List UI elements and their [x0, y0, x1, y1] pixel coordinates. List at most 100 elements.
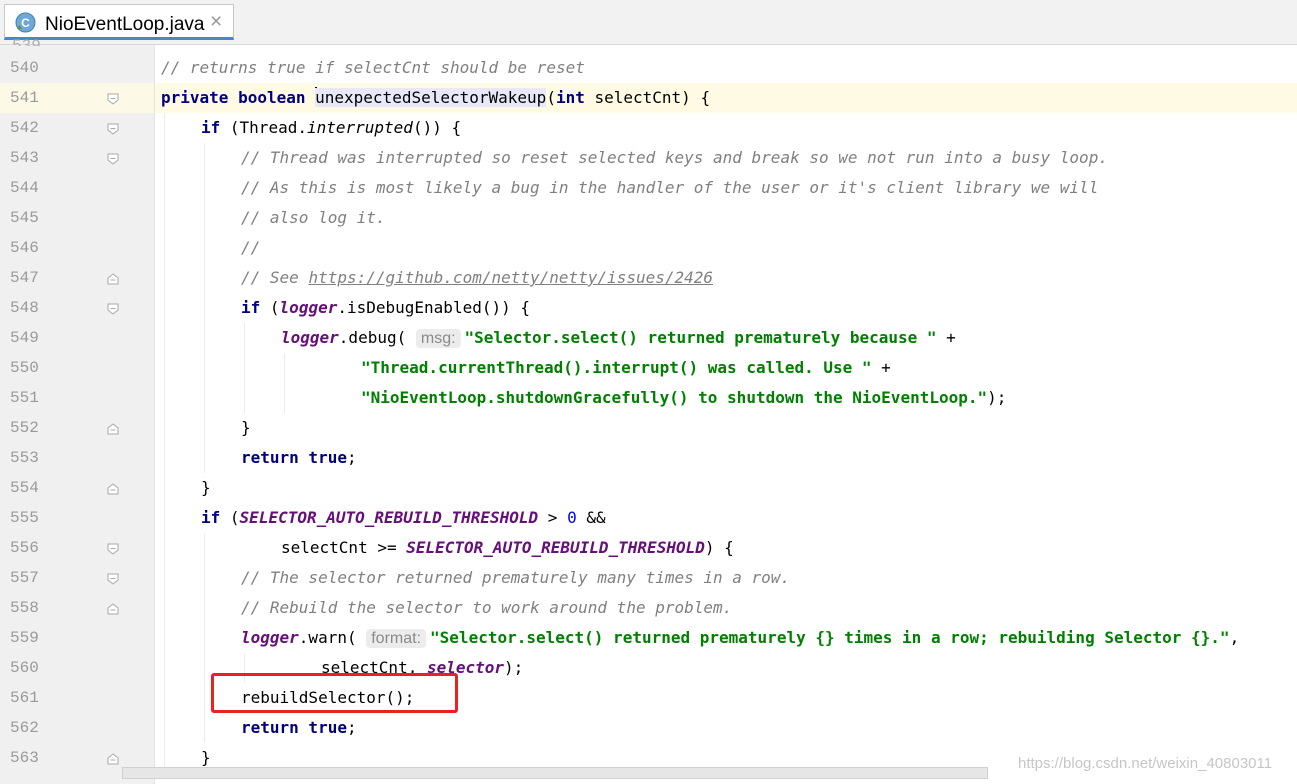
line-number: 547 [10, 269, 39, 287]
code-token: unexpectedSelectorWakeup [315, 88, 547, 107]
code-token: } [201, 478, 211, 497]
code-token: if [201, 508, 230, 527]
fold-collapse-icon[interactable] [107, 483, 119, 495]
line-number: 557 [10, 569, 39, 587]
code-token: ()) { [412, 118, 462, 137]
code-line[interactable]: return true; [241, 713, 357, 743]
fold-collapse-icon[interactable] [107, 273, 119, 285]
code-token: , [1229, 628, 1240, 647]
code-token: "NioEventLoop.shutdownGracefully() to sh… [361, 388, 988, 407]
fold-expand-icon[interactable] [107, 543, 119, 555]
code-token: + [871, 358, 891, 377]
parameter-hint: msg: [415, 329, 461, 348]
code-line[interactable]: // Rebuild the selector to work around t… [241, 593, 732, 623]
code-line[interactable]: if (SELECTOR_AUTO_REBUILD_THRESHOLD > 0 … [201, 503, 606, 533]
line-number: 553 [10, 449, 39, 467]
code-line[interactable]: // Thread was interrupted so reset selec… [241, 143, 1108, 173]
line-number: 546 [10, 239, 39, 257]
code-token: 0 [567, 508, 577, 527]
line-number: 548 [10, 299, 39, 317]
fold-expand-icon[interactable] [107, 573, 119, 585]
code-token: interrupted [306, 118, 413, 137]
code-token: // See [241, 268, 309, 287]
code-token: return true [241, 448, 347, 467]
close-icon[interactable]: × [210, 11, 222, 32]
gutter-separator [154, 45, 155, 784]
code-token: return true [241, 718, 347, 737]
code-token: && [576, 508, 606, 527]
code-line[interactable]: private boolean unexpectedSelectorWakeup… [161, 83, 710, 113]
code-token: "Selector.select() returned prematurely … [464, 328, 937, 347]
line-number: 551 [10, 389, 39, 407]
code-token: // Rebuild the selector to work around t… [241, 598, 733, 617]
tab-nioeventloop[interactable]: C NioEventLoop.java × [4, 4, 234, 40]
code-token: private boolean [161, 88, 316, 107]
tab-title: NioEventLoop.java [45, 14, 205, 35]
code-token: SELECTOR_AUTO_REBUILD_THRESHOLD [239, 508, 539, 527]
code-token: // also log it. [241, 208, 386, 227]
code-token: .debug( [338, 328, 416, 347]
code-line[interactable]: // As this is most likely a bug in the h… [241, 173, 1098, 203]
code-line[interactable]: } [241, 413, 251, 443]
indent-guide [244, 323, 245, 413]
line-number: 555 [10, 509, 39, 527]
code-line[interactable]: // See https://github.com/netty/netty/is… [241, 263, 713, 293]
line-number: 542 [10, 119, 39, 137]
line-number: 552 [10, 419, 39, 437]
code-token: // Thread was interrupted so reset selec… [241, 148, 1108, 167]
code-line[interactable]: // The selector returned prematurely man… [241, 563, 790, 593]
indent-guide [284, 353, 285, 413]
code-token: ); [504, 658, 524, 677]
code-token: > [538, 508, 568, 527]
code-token: + [936, 328, 956, 347]
code-line[interactable]: "NioEventLoop.shutdownGracefully() to sh… [361, 383, 1006, 413]
code-token: "Thread.currentThread().interrupt() was … [361, 358, 872, 377]
code-line[interactable]: // returns true if selectCnt should be r… [161, 53, 585, 83]
fold-expand-icon[interactable] [107, 303, 119, 315]
code-line[interactable]: return true; [241, 443, 357, 473]
code-token: ( [546, 88, 556, 107]
code-token: logger [281, 328, 339, 347]
code-token: SELECTOR_AUTO_REBUILD_THRESHOLD [406, 538, 705, 557]
code-line[interactable]: if (logger.isDebugEnabled()) { [241, 293, 530, 323]
fold-collapse-icon[interactable] [107, 603, 119, 615]
code-line[interactable]: "Thread.currentThread().interrupt() was … [361, 353, 891, 383]
line-number: 550 [10, 359, 39, 377]
code-token: } [201, 748, 211, 767]
code-token: if [201, 118, 230, 137]
code-token: int [555, 88, 595, 107]
code-line[interactable]: selectCnt >= SELECTOR_AUTO_REBUILD_THRES… [281, 533, 734, 563]
fold-expand-icon[interactable] [107, 153, 119, 165]
code-token: // [241, 238, 261, 257]
code-line[interactable]: logger.warn( format: "Selector.select() r… [241, 623, 1239, 653]
code-token: .isDebugEnabled()) { [337, 298, 530, 317]
line-number: 544 [10, 179, 39, 197]
line-number: 560 [10, 659, 39, 677]
highlight-box-rebuild-selector [211, 673, 458, 713]
line-number: 562 [10, 719, 39, 737]
horizontal-scrollbar[interactable] [122, 767, 988, 779]
code-line[interactable]: logger.debug( msg: "Selector.select() ret… [281, 323, 956, 353]
code-token: ( [269, 298, 280, 317]
code-line[interactable]: } [201, 473, 211, 503]
code-line[interactable]: // also log it. [241, 203, 386, 233]
code-token: // As this is most likely a bug in the h… [241, 178, 1099, 197]
line-number: 540 [10, 59, 39, 77]
fold-collapse-icon[interactable] [107, 753, 119, 765]
watermark: https://blog.csdn.net/weixin_40803011 [1018, 755, 1273, 772]
code-token: ; [346, 448, 357, 467]
code-token: ( [229, 508, 240, 527]
editor-tab-bar: C NioEventLoop.java × [0, 0, 1297, 45]
indent-guide [204, 533, 205, 743]
code-line[interactable]: // [241, 233, 260, 263]
fold-expand-icon[interactable] [107, 93, 119, 105]
fold-expand-icon[interactable] [107, 123, 119, 135]
line-number: 554 [10, 479, 39, 497]
line-number: 561 [10, 689, 39, 707]
line-number: 558 [10, 599, 39, 617]
fold-collapse-icon[interactable] [107, 423, 119, 435]
code-token: selectCnt) { [594, 88, 711, 107]
code-token: ; [346, 718, 357, 737]
code-token: logger [241, 628, 299, 647]
code-line[interactable]: if (Thread.interrupted()) { [201, 113, 461, 143]
